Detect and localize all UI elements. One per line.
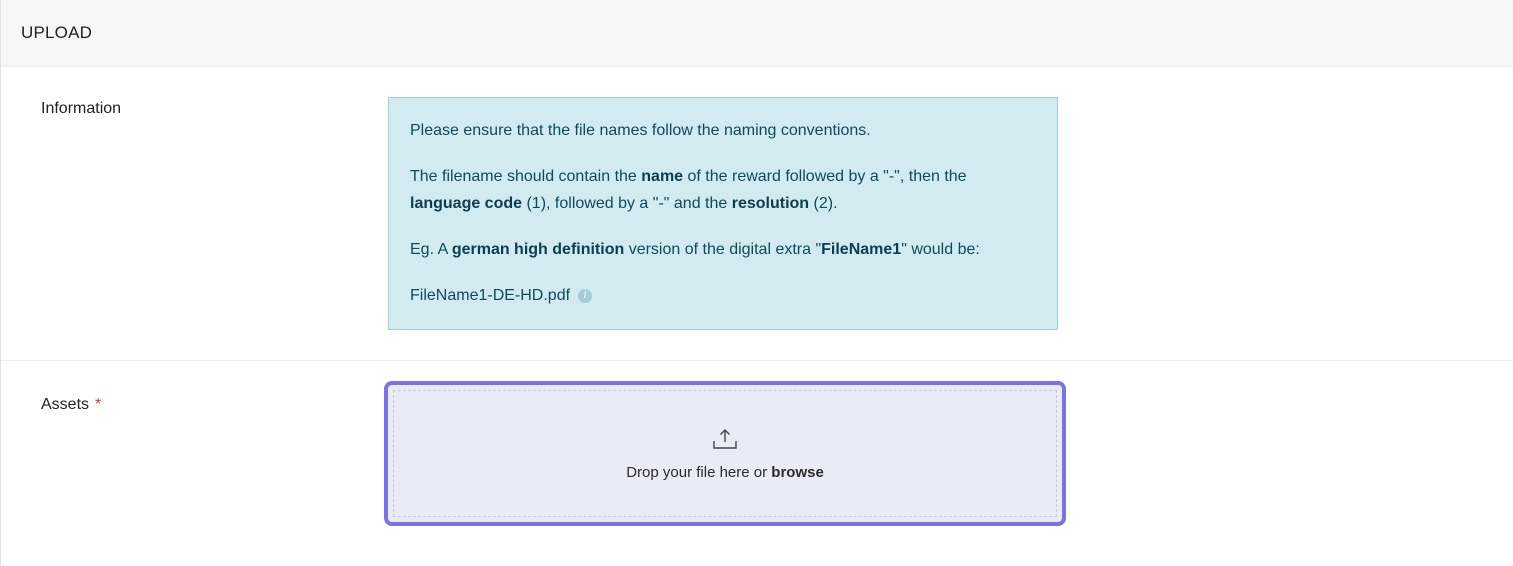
- dropzone-text: Drop your file here or browse: [626, 464, 824, 481]
- information-row: Information Please ensure that the file …: [1, 67, 1513, 361]
- upload-icon: [713, 429, 737, 449]
- info-line-1: Please ensure that the file names follow…: [410, 122, 871, 139]
- dropzone-inner: Drop your file here or browse: [393, 390, 1057, 517]
- information-label: Information: [41, 100, 122, 117]
- assets-row: Assets * Drop your file here or browse: [1, 361, 1513, 565]
- file-dropzone[interactable]: Drop your file here or browse: [384, 381, 1066, 526]
- example-filename-line: FileName1-DE-HD.pdf i: [410, 282, 1037, 309]
- assets-label: Assets *: [41, 396, 102, 413]
- section-header: UPLOAD: [1, 0, 1513, 67]
- browse-link[interactable]: browse: [771, 464, 824, 481]
- example-filename: FileName1-DE-HD.pdf: [410, 287, 571, 304]
- upload-page: UPLOAD Information Please ensure that th…: [0, 0, 1513, 566]
- section-title: UPLOAD: [21, 23, 93, 42]
- required-asterisk: *: [95, 396, 102, 413]
- info-line-3: Eg. A german high definition version of …: [410, 241, 980, 258]
- naming-convention-info-box: Please ensure that the file names follow…: [388, 97, 1058, 330]
- info-icon[interactable]: i: [578, 288, 593, 303]
- info-line-2: The filename should contain the name of …: [410, 168, 967, 212]
